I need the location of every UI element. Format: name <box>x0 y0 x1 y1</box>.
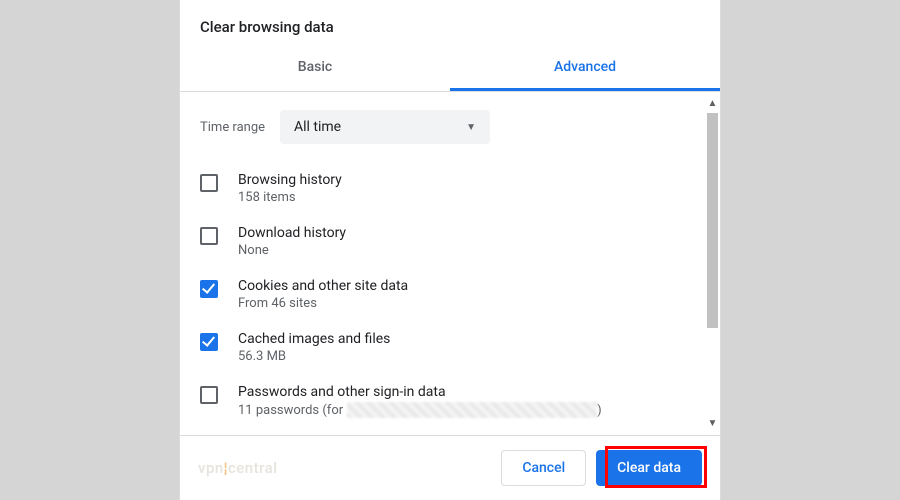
item-title: Passwords and other sign-in data <box>238 384 700 400</box>
clear-browsing-data-dialog: Clear browsing data Basic Advanced Time … <box>179 0 721 500</box>
button-row: Cancel Clear data <box>501 450 702 486</box>
dialog-footer: vpn¦central Cancel Clear data <box>180 435 720 500</box>
tab-advanced[interactable]: Advanced <box>450 46 720 91</box>
item-sub: 11 passwords (for ) <box>238 402 700 418</box>
clear-data-button[interactable]: Clear data <box>596 450 702 486</box>
item-cached: Cached images and files 56.3 MB <box>200 321 700 374</box>
item-download-history: Download history None <box>200 215 700 268</box>
item-title: Cookies and other site data <box>238 278 700 294</box>
content-area: Time range All time ▼ Browsing history 1… <box>180 92 720 435</box>
time-range-value: All time <box>294 119 341 135</box>
item-browsing-history: Browsing history 158 items <box>200 162 700 215</box>
watermark: vpn¦central <box>198 459 278 477</box>
item-title: Download history <box>238 225 700 241</box>
checkbox-cached[interactable] <box>200 333 218 351</box>
tabs: Basic Advanced <box>180 46 720 92</box>
content-scroll: Time range All time ▼ Browsing history 1… <box>180 92 720 435</box>
dialog-title: Clear browsing data <box>180 0 720 46</box>
time-range-row: Time range All time ▼ <box>200 110 700 144</box>
chevron-down-icon: ▼ <box>466 122 476 133</box>
tab-basic[interactable]: Basic <box>180 46 450 91</box>
scrollbar[interactable]: ▲ ▼ <box>705 96 720 431</box>
scroll-up-icon[interactable]: ▲ <box>705 96 720 111</box>
checkbox-download-history[interactable] <box>200 227 218 245</box>
item-sub: 56.3 MB <box>238 349 700 364</box>
item-cookies: Cookies and other site data From 46 site… <box>200 268 700 321</box>
item-sub: None <box>238 243 700 258</box>
item-sub: 158 items <box>238 190 700 205</box>
scroll-thumb[interactable] <box>707 113 718 328</box>
item-passwords: Passwords and other sign-in data 11 pass… <box>200 374 700 428</box>
time-range-label: Time range <box>200 120 280 135</box>
checkbox-passwords[interactable] <box>200 386 218 404</box>
cancel-button[interactable]: Cancel <box>501 450 586 486</box>
item-autofill: Autofill form data <box>200 428 700 435</box>
scroll-down-icon[interactable]: ▼ <box>705 416 720 431</box>
checkbox-browsing-history[interactable] <box>200 174 218 192</box>
item-title: Browsing history <box>238 172 700 188</box>
item-title: Cached images and files <box>238 331 700 347</box>
checkbox-cookies[interactable] <box>200 280 218 298</box>
time-range-select[interactable]: All time ▼ <box>280 110 490 144</box>
redacted-text <box>347 402 597 418</box>
item-sub: From 46 sites <box>238 296 700 311</box>
